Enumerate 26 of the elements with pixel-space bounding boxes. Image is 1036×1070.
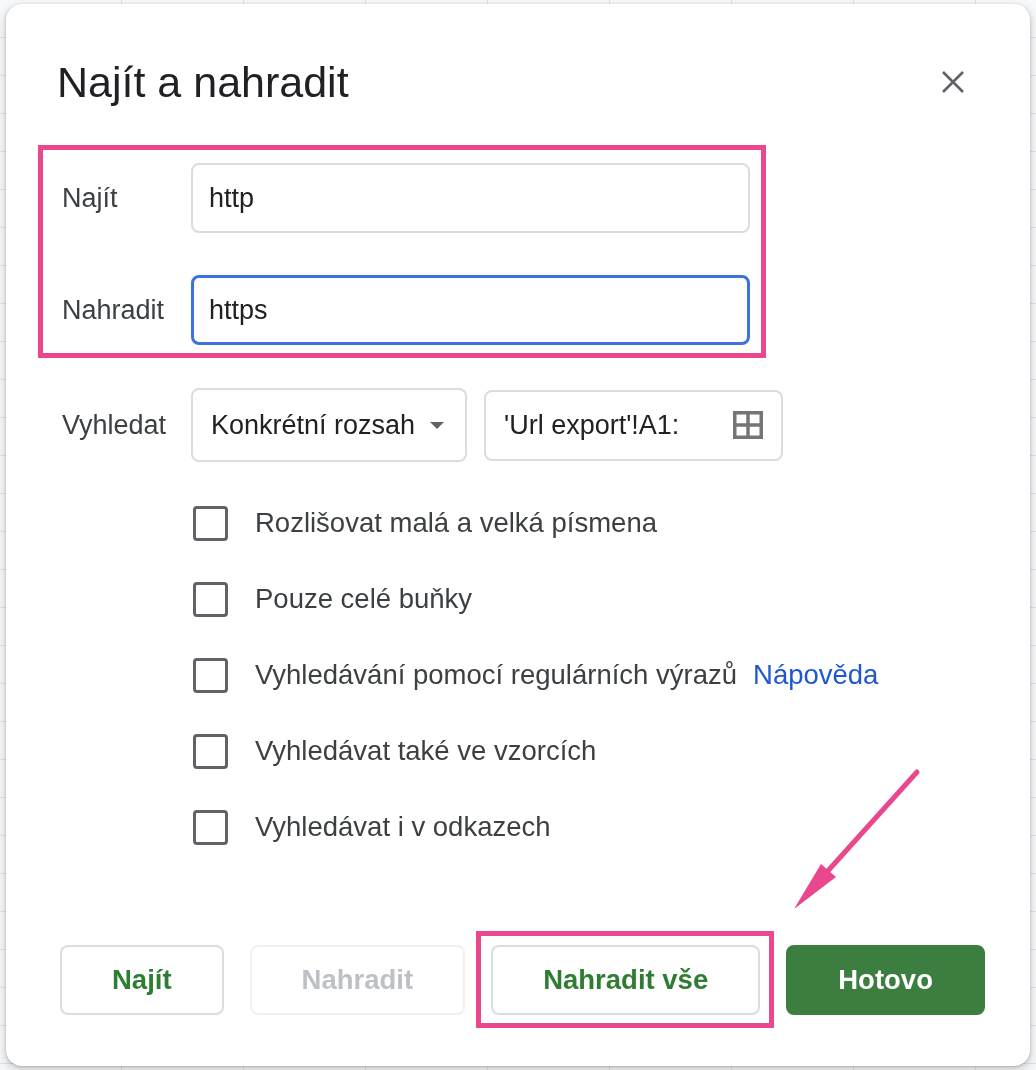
field-label: Vyhledat [62, 409, 167, 441]
action-button[interactable]: Najít [60, 945, 224, 1015]
action-button[interactable]: Nahradit vše [491, 945, 761, 1015]
checkbox-label: Vyhledávání pomocí regulárních výrazů [255, 659, 737, 691]
checkbox[interactable] [193, 657, 228, 693]
checkbox[interactable] [193, 581, 228, 617]
input-field[interactable]: https [191, 275, 750, 345]
checkbox-label: Rozlišovat malá a velká písmena [255, 507, 657, 539]
dialog-title: Najít a nahradit [57, 57, 349, 107]
scope-dropdown[interactable]: Konkrétní rozsah [191, 388, 467, 462]
checkbox[interactable] [193, 809, 228, 845]
close-button[interactable] [942, 71, 964, 93]
close-icon [942, 71, 964, 93]
checkbox[interactable] [193, 733, 228, 769]
checkbox-label: Pouze celé buňky [255, 583, 473, 615]
action-button[interactable]: Hotovo [786, 945, 985, 1015]
grid-icon[interactable] [733, 410, 763, 439]
field-label: Najít [62, 182, 118, 214]
caret-icon [430, 421, 444, 429]
input-field[interactable]: http [191, 163, 750, 233]
checkbox-label: Vyhledávat také ve vzorcích [255, 735, 597, 767]
range-field[interactable]: 'Url export'!A1: [484, 389, 783, 461]
checkbox-label: Vyhledávat i v odkazech [255, 811, 551, 843]
checkbox[interactable] [193, 505, 228, 541]
field-label: Nahradit [62, 294, 165, 326]
help-link[interactable]: Nápověda [753, 659, 879, 691]
